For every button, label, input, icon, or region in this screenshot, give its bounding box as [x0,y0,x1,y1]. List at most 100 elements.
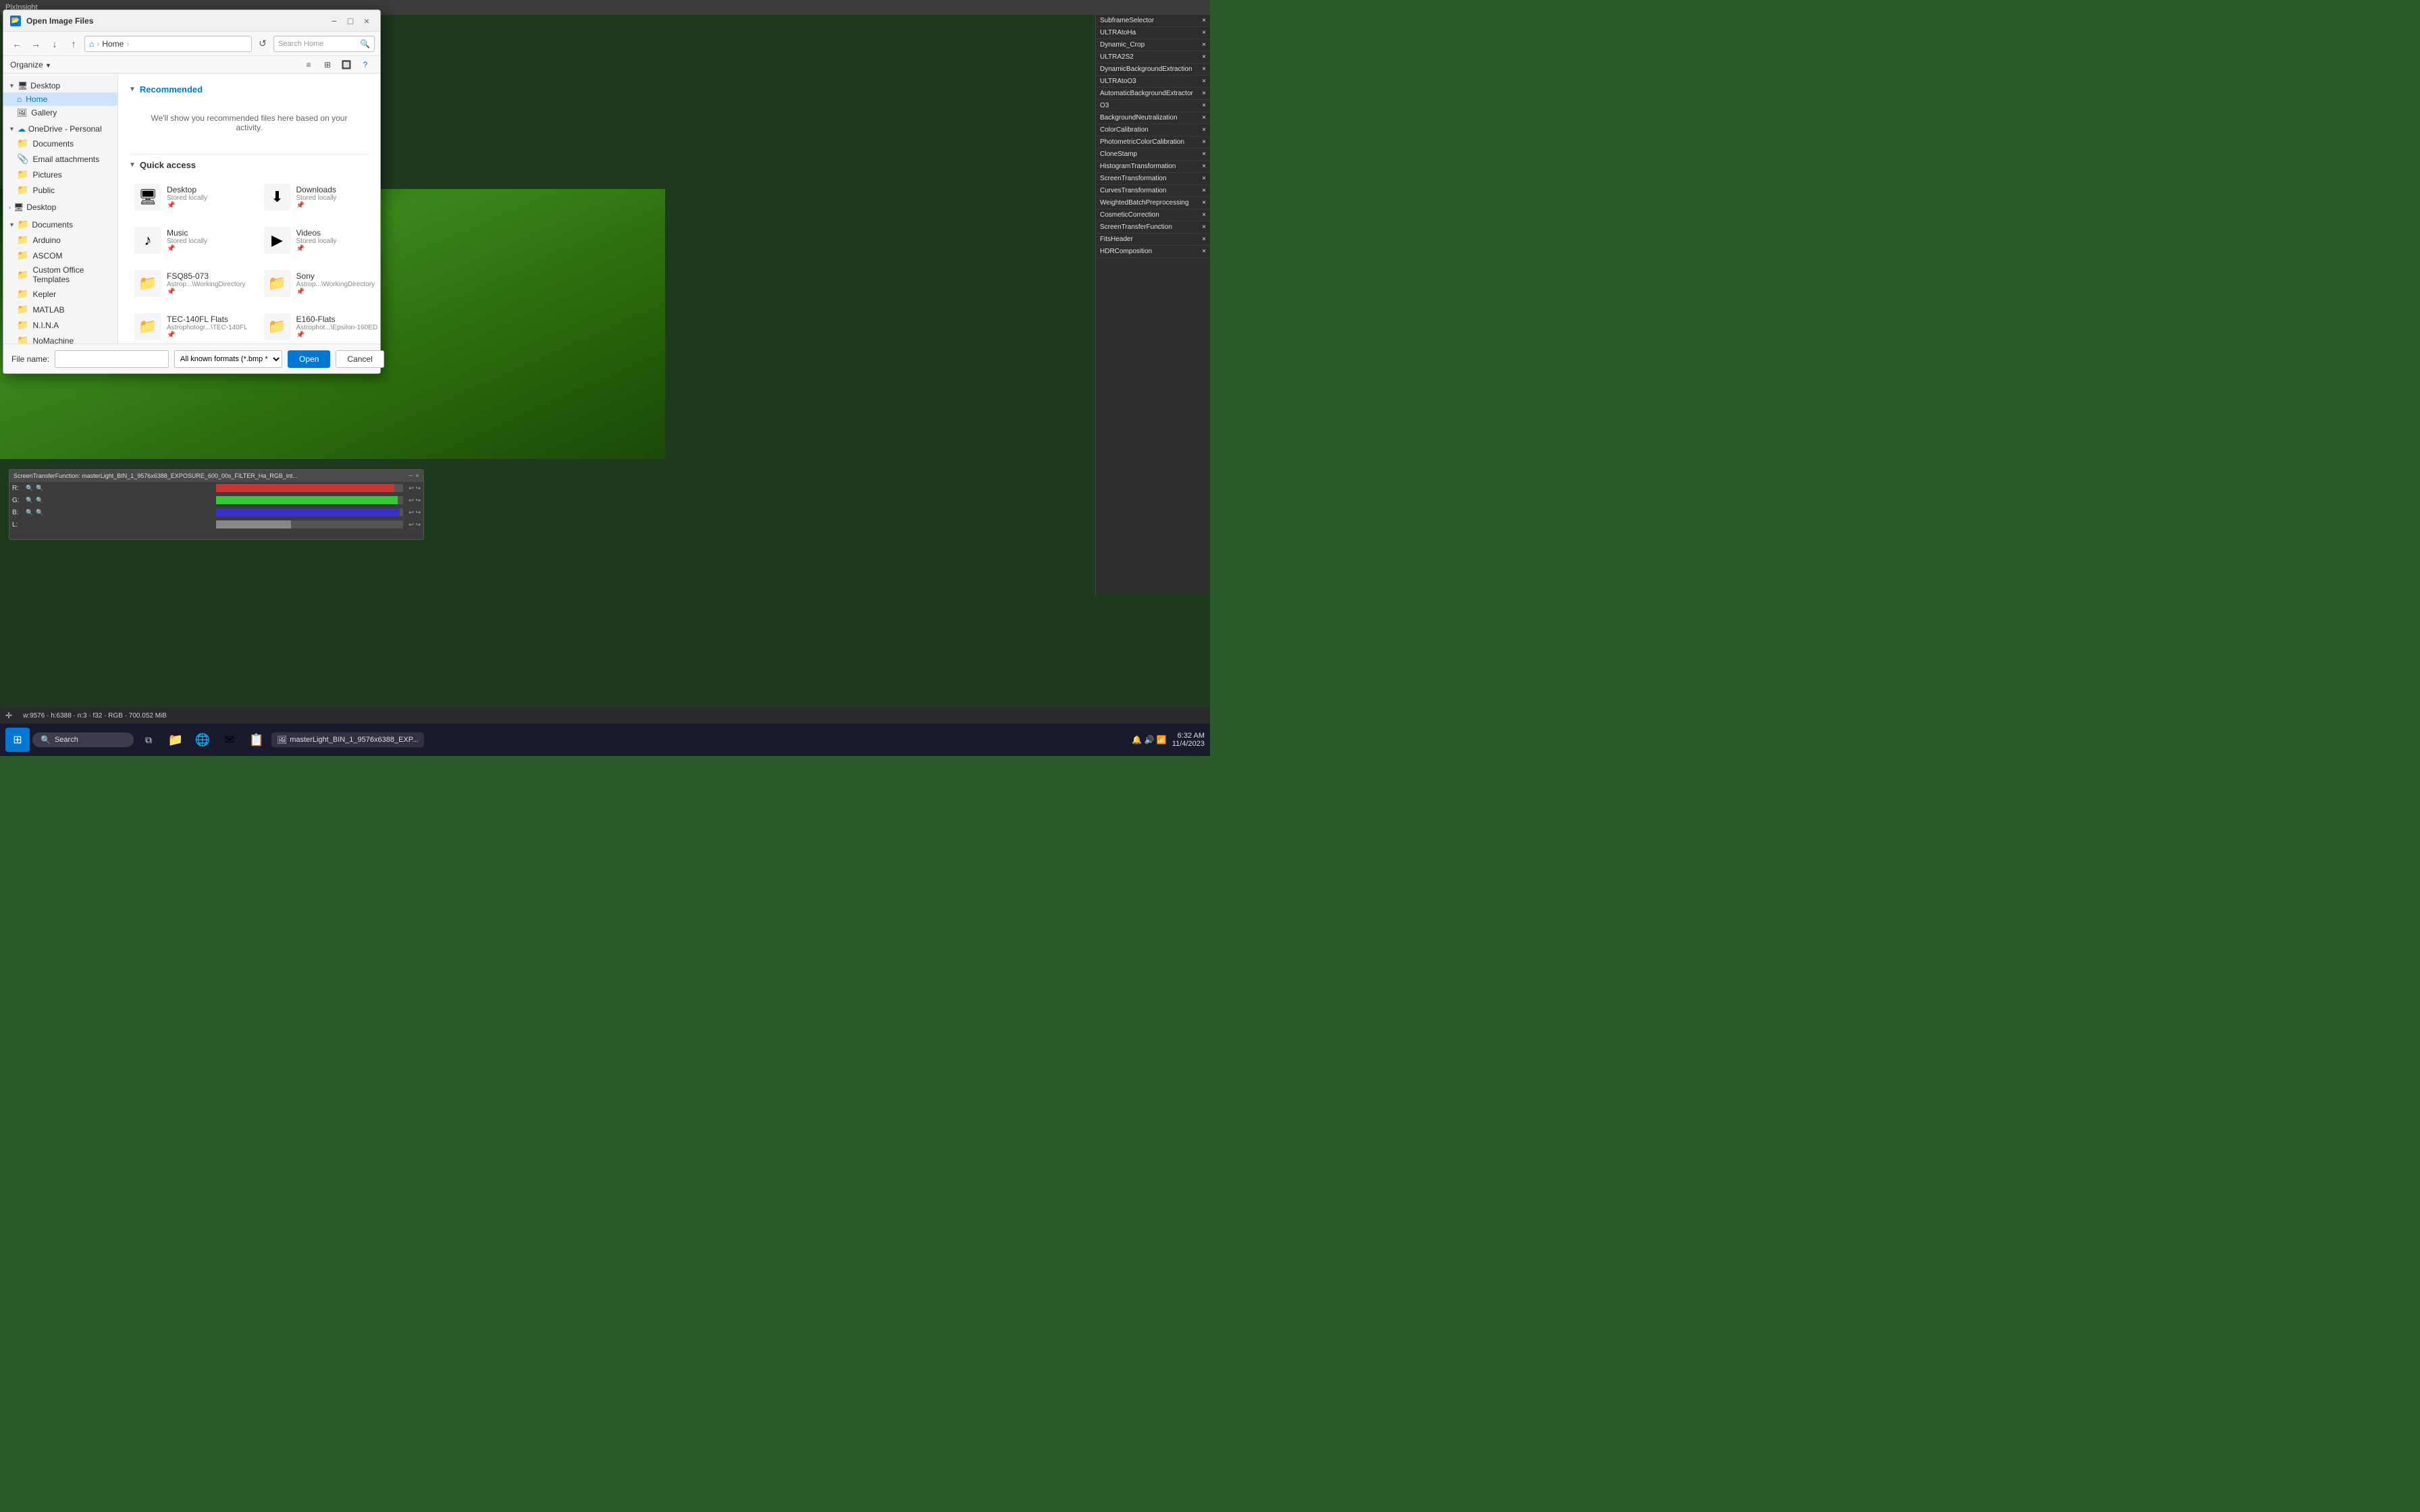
panel-close-icon[interactable]: × [1202,78,1206,85]
right-panel-item-clonestamp[interactable]: CloneStamp× [1096,148,1210,161]
panel-close-icon[interactable]: × [1202,41,1206,49]
dialog-close-btn[interactable]: × [360,14,373,28]
right-panel-item-cosmeticcorrection[interactable]: CosmeticCorrection× [1096,209,1210,221]
sidebar-item-nina[interactable]: 📁 N.I.N.A [3,317,117,333]
open-button[interactable]: Open [288,350,330,368]
panel-close-icon[interactable]: × [1202,126,1206,134]
sidebar-header-docs[interactable]: ▼ 📁 Documents [3,217,117,232]
sidebar-item-documents[interactable]: 📁 Documents [3,136,117,151]
qa-item-downloads[interactable]: ⬇ Downloads Stored locally 📌 [259,178,380,216]
format-select[interactable]: All known formats (*.bmp *.fit ) [174,350,282,368]
stf-minimize[interactable]: − [409,473,413,480]
taskbar-browser-icon[interactable]: 🌐 [190,728,215,752]
taskbar-misc-icon[interactable]: 📋 [244,728,269,752]
right-panel-item-screentransferfunction[interactable]: ScreenTransferFunction× [1096,221,1210,234]
panel-close-icon[interactable]: × [1202,65,1206,73]
sidebar-item-pictures[interactable]: 📁 Pictures [3,167,117,182]
right-panel-item-hdrcomposition[interactable]: HDRComposition× [1096,246,1210,258]
panel-close-icon[interactable]: × [1202,187,1206,194]
right-panel-item-fitsheader[interactable]: FitsHeader× [1096,234,1210,246]
back-button[interactable]: ← [9,36,25,52]
panel-close-icon[interactable]: × [1202,236,1206,243]
sidebar-item-ascom[interactable]: 📁 ASCOM [3,248,117,263]
help-btn[interactable]: ? [357,57,373,73]
qa-item-desktop[interactable]: 🖥 Desktop Stored locally 📌 [129,178,253,216]
refresh-button[interactable]: ↺ [255,36,271,52]
panel-close-icon[interactable]: × [1202,199,1206,207]
right-panel-item-subframeselector[interactable]: SubframeSelector× [1096,15,1210,27]
sidebar-item-public[interactable]: 📁 Public [3,182,117,198]
qa-item-music[interactable]: ♪ Music Stored locally 📌 [129,221,253,259]
sidebar-item-custom-office[interactable]: 📁 Custom Office Templates [3,263,117,286]
forward-button[interactable]: → [28,36,44,52]
qa-item-sony[interactable]: 📁 Sony Astrop...\WorkingDirectory 📌 [259,265,380,302]
panel-close-icon[interactable]: × [1202,223,1206,231]
sidebar-item-nomachine[interactable]: 📁 NoMachine [3,333,117,344]
right-panel-item-o3[interactable]: O3× [1096,100,1210,112]
panel-close-icon[interactable]: × [1202,102,1206,109]
sidebar-item-email-attachments[interactable]: 📎 Email attachments [3,151,117,167]
organize-label[interactable]: Organize ▼ [10,60,51,70]
right-panel-item-curvestransformation[interactable]: CurvesTransformation× [1096,185,1210,197]
panel-close-icon[interactable]: × [1202,17,1206,24]
panel-close-icon[interactable]: × [1202,163,1206,170]
filename-input[interactable] [55,350,169,368]
right-panel-item-automaticbackgroundextractor[interactable]: AutomaticBackgroundExtractor× [1096,88,1210,100]
dialog-minimize-btn[interactable]: − [327,14,341,28]
task-view-button[interactable]: ⧉ [136,728,161,752]
right-panel-item-screentransformation[interactable]: ScreenTransformation× [1096,173,1210,185]
qa-item-videos[interactable]: ▶ Videos Stored locally 📌 [259,221,380,259]
view-grid-btn[interactable]: ⊞ [319,57,336,73]
breadcrumb[interactable]: ⌂ › Home › [84,36,252,52]
taskbar-active-window[interactable]: 🖼 masterLight_BIN_1_9576x6388_EXP... [271,732,424,747]
recent-button[interactable]: ↓ [47,36,63,52]
right-panel-item-weightedbatchpreprocessing[interactable]: WeightedBatchPreprocessing× [1096,197,1210,209]
sidebar-item-matlab[interactable]: 📁 MATLAB [3,302,117,317]
right-panel-item-ultra2s2[interactable]: ULTRA2S2× [1096,51,1210,63]
qa-item-e160-flats[interactable]: 📁 E160-Flats Astrophot...\Epsilon-160ED … [259,308,380,344]
stf-close[interactable]: × [415,473,419,480]
right-panel-item-colorcalibration[interactable]: ColorCalibration× [1096,124,1210,136]
sidebar-header-desktop2[interactable]: › 🖥 Desktop [3,200,117,214]
panel-close-icon[interactable]: × [1202,138,1206,146]
qa-item-tec-140fl-flats[interactable]: 📁 TEC-140FL Flats Astrophotogr...\TEC-14… [129,308,253,344]
up-button[interactable]: ↑ [65,36,82,52]
view-details-btn[interactable]: 🔲 [338,57,354,73]
right-panel-item-histogramtransformation[interactable]: HistogramTransformation× [1096,161,1210,173]
panel-close-icon[interactable]: × [1202,90,1206,97]
panel-close-icon[interactable]: × [1202,248,1206,255]
view-list-btn[interactable]: ≡ [300,57,317,73]
sidebar-item-arduino[interactable]: 📁 Arduino [3,232,117,248]
panel-close-icon[interactable]: × [1202,151,1206,158]
gallery-icon: 🖼 [17,108,27,117]
right-panel-item-dynamic_crop[interactable]: Dynamic_Crop× [1096,39,1210,51]
onedrive-icon: ☁ [18,124,26,134]
right-panel-item-ultratoha[interactable]: ULTRAtoHa× [1096,27,1210,39]
sidebar-header-desktop[interactable]: ▼ 🖥 Desktop [3,79,117,92]
sidebar-item-home[interactable]: ⌂ Home [3,92,117,106]
search-bar[interactable]: Search Home 🔍 [273,36,375,52]
panel-close-icon[interactable]: × [1202,175,1206,182]
start-button[interactable]: ⊞ [5,728,30,752]
panel-close-icon[interactable]: × [1202,53,1206,61]
taskbar-search[interactable]: 🔍 Search [32,732,134,747]
dialog-toolbar: ← → ↓ ↑ ⌂ › Home › ↺ Search Home 🔍 [3,32,380,56]
sidebar-item-gallery[interactable]: 🖼 Gallery [3,106,117,119]
sidebar-item-kepler[interactable]: 📁 Kepler [3,286,117,302]
panel-close-icon[interactable]: × [1202,211,1206,219]
qa-item-fsq85-073[interactable]: 📁 FSQ85-073 Astrop...\WorkingDirectory 📌 [129,265,253,302]
right-panel-item-dynamicbackgroundextraction[interactable]: DynamicBackgroundExtraction× [1096,63,1210,76]
panel-close-icon[interactable]: × [1202,114,1206,122]
sidebar-header-onedrive[interactable]: ▼ ☁ OneDrive - Personal [3,122,117,136]
right-panel-item-backgroundneutralization[interactable]: BackgroundNeutralization× [1096,112,1210,124]
kepler-icon: 📁 [17,288,28,300]
recommended-text: We'll show you recommended files here ba… [129,103,369,143]
taskbar-mail-icon[interactable]: ✉ [217,728,242,752]
right-panel-item-ultratoo3[interactable]: ULTRAtoO3× [1096,76,1210,88]
panel-close-icon[interactable]: × [1202,29,1206,36]
dialog-maximize-btn[interactable]: □ [344,14,357,28]
dialog-title: Open Image Files [26,16,93,26]
taskbar-files-icon[interactable]: 📁 [163,728,188,752]
cancel-button[interactable]: Cancel [336,350,384,368]
right-panel-item-photometriccolorcalibration[interactable]: PhotometricColorCalibration× [1096,136,1210,148]
